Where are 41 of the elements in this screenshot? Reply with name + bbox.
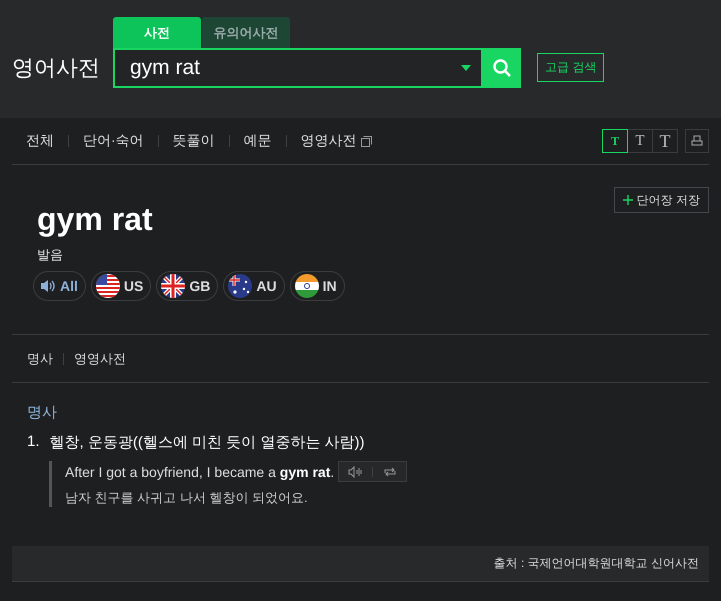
new-window-icon bbox=[360, 136, 372, 146]
us-flag-icon bbox=[96, 274, 120, 298]
caret-icon[interactable] bbox=[461, 65, 471, 71]
meaning-text: 헬창, 운동광((헬스에 미친 듯이 열중하는 사람)) bbox=[50, 433, 365, 452]
search-field[interactable]: gym rat bbox=[113, 48, 483, 88]
pronunciation-button[interactable]: GB bbox=[156, 271, 218, 301]
part-of-speech: 명사 bbox=[27, 403, 58, 422]
nav-tab[interactable]: 단어·숙어 bbox=[83, 132, 144, 150]
india-flag-icon bbox=[294, 274, 319, 298]
advanced-search-button[interactable]: 고급 검색 bbox=[537, 53, 604, 82]
speaker-icon bbox=[40, 279, 56, 293]
pronunciation-button[interactable]: US bbox=[90, 271, 152, 301]
australia-flag-icon bbox=[228, 274, 252, 298]
pronunciation-button[interactable]: AU bbox=[223, 271, 285, 301]
print-icon bbox=[691, 135, 703, 147]
print-button[interactable] bbox=[685, 129, 709, 153]
font-size-button[interactable]: T bbox=[602, 129, 628, 153]
headword: gym rat bbox=[37, 201, 154, 238]
nav-tab[interactable]: 예문 bbox=[244, 132, 272, 150]
meaning-number: 1. bbox=[27, 433, 40, 452]
search-tab[interactable]: 유의어사전 bbox=[202, 17, 290, 48]
pronunciation-label: 발음 bbox=[37, 246, 64, 264]
plus-icon bbox=[622, 195, 633, 205]
section-tab[interactable]: 명사 bbox=[27, 350, 53, 368]
example-translation: 남자 친구를 사귀고 나서 헬창이 되었어요. bbox=[65, 489, 309, 507]
example-sentence: After I got a boyfriend, I became a gym rat. bbox=[65, 464, 334, 480]
repeat-icon bbox=[382, 466, 397, 478]
logo-text: 영어사전 bbox=[12, 54, 101, 82]
speaker-icon bbox=[348, 466, 364, 478]
nav-tab[interactable]: 뜻풀이 bbox=[172, 132, 215, 150]
pronunciation-button[interactable]: IN bbox=[290, 271, 345, 301]
font-size-button[interactable]: T bbox=[627, 129, 653, 153]
save-wordbook-button[interactable]: 단어장 저장 bbox=[614, 187, 709, 213]
nav-tab[interactable]: 영영사전 bbox=[300, 132, 372, 150]
uk-flag-icon bbox=[161, 274, 186, 298]
section-tab[interactable]: 영영사전 bbox=[74, 350, 126, 368]
font-size-button[interactable]: T bbox=[652, 129, 678, 153]
nav-tab[interactable]: 전체 bbox=[26, 132, 54, 150]
source-text: 출처 : 국제언어대학원대학교 신어사전 bbox=[494, 555, 699, 572]
pronunciation-button[interactable]: All bbox=[33, 271, 86, 301]
search-icon bbox=[492, 58, 512, 78]
